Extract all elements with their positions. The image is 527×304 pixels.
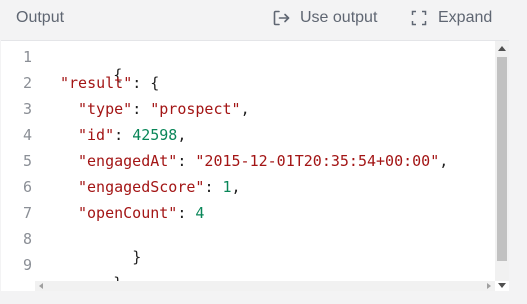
output-panel: Output Use output Expand 1 2 3 4 5 6 7 8… [0, 0, 527, 304]
use-output-label: Use output [300, 9, 378, 26]
vertical-scrollbar-thumb[interactable] [497, 57, 507, 261]
json-key: "openCount" [78, 204, 178, 222]
json-key: "engagedAt" [78, 152, 178, 170]
line-number: 6 [22, 178, 32, 196]
vertical-scrollbar[interactable] [495, 41, 509, 288]
code-line: "engagedAt": "2015-12-01T20:35:54+00:00"… [78, 152, 448, 170]
scroll-left-arrow-icon[interactable] [39, 283, 43, 289]
sign-out-arrow-icon [273, 10, 290, 26]
line-number: 1 [22, 48, 32, 66]
use-output-button[interactable]: Use output [273, 7, 377, 29]
json-key: "id" [78, 126, 115, 144]
line-number: 7 [22, 204, 32, 222]
json-punctuation: : [204, 178, 223, 196]
line-number: 3 [22, 100, 32, 118]
scroll-up-arrow-icon[interactable] [498, 46, 506, 51]
line-number: 4 [22, 126, 32, 144]
json-punctuation: : [177, 152, 196, 170]
json-string-value: "prospect" [150, 100, 241, 118]
json-punctuation: : [177, 204, 196, 222]
code-line: } [41, 256, 122, 304]
code-line: "type": "prospect", [78, 100, 250, 118]
output-header: Output Use output Expand [0, 0, 527, 40]
code-content[interactable]: { "result": { "type": "prospect", "id": … [41, 41, 496, 292]
code-line: "openCount": 4 [78, 204, 204, 222]
expand-label: Expand [438, 9, 493, 26]
json-punctuation: , [439, 152, 449, 170]
json-punctuation: : { [132, 74, 160, 92]
code-line: "engagedScore": 1, [78, 178, 241, 196]
json-number-value: 4 [195, 204, 205, 222]
scroll-right-arrow-icon[interactable] [487, 283, 491, 289]
json-punctuation: : [132, 100, 151, 118]
code-line: "result": { [60, 74, 159, 92]
line-number: 8 [22, 230, 32, 248]
json-key: "type" [78, 100, 133, 118]
json-brace: } [132, 248, 142, 266]
json-number-value: 42598 [132, 126, 178, 144]
scroll-down-arrow-icon[interactable] [498, 283, 506, 288]
line-number-gutter: 1 2 3 4 5 6 7 8 9 [1, 41, 35, 291]
line-number: 5 [22, 152, 32, 170]
json-number-value: 1 [222, 178, 232, 196]
json-punctuation: , [231, 178, 241, 196]
expand-button[interactable]: Expand [411, 7, 492, 29]
json-punctuation: , [177, 126, 187, 144]
output-title: Output [16, 9, 65, 26]
line-number: 9 [22, 256, 32, 274]
json-key: "engagedScore" [78, 178, 205, 196]
code-line: "id": 42598, [78, 126, 186, 144]
expand-corners-icon [411, 10, 427, 26]
line-number: 2 [22, 74, 32, 92]
json-key: "result" [60, 74, 133, 92]
json-string-value: "2015-12-01T20:35:54+00:00" [195, 152, 440, 170]
json-punctuation: , [240, 100, 250, 118]
code-editor[interactable]: 1 2 3 4 5 6 7 8 9 { "result": { "type": … [1, 40, 509, 292]
horizontal-scrollbar[interactable] [35, 281, 495, 291]
json-punctuation: : [114, 126, 133, 144]
